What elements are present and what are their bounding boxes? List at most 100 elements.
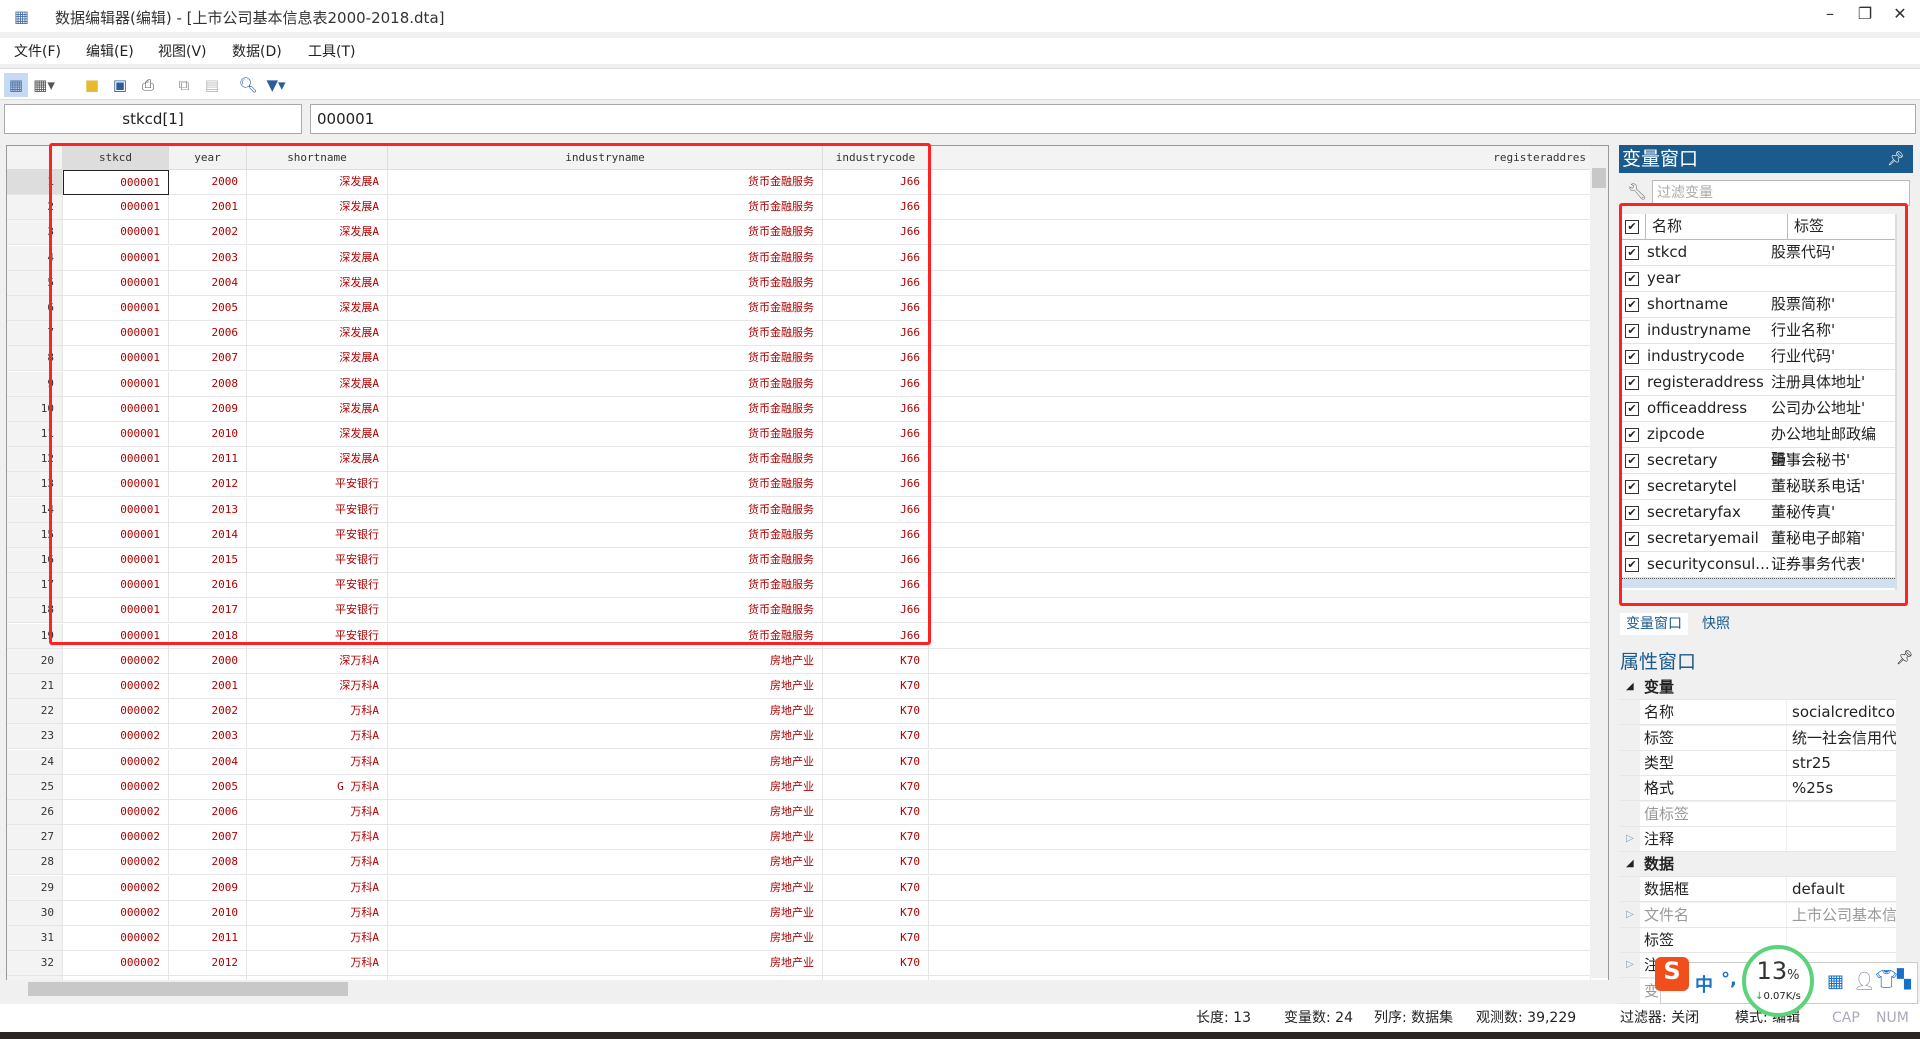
network-speed-gauge[interactable]: 13% ↓0.07K/s <box>1742 945 1814 1017</box>
property-value[interactable]: default <box>1787 877 1896 902</box>
menu-data[interactable]: 数据(D) <box>232 41 282 61</box>
table-cell[interactable]: 2003 <box>169 724 247 750</box>
collapse-triangle-icon[interactable]: ◢ <box>1626 852 1634 876</box>
table-cell[interactable]: 2002 <box>169 699 247 725</box>
table-cell[interactable]: 2007 <box>169 825 247 851</box>
table-cell[interactable]: K70 <box>823 749 929 775</box>
table-cell[interactable]: 000002 <box>63 800 169 825</box>
table-cell[interactable]: 房地产业 <box>388 900 823 926</box>
table-cell[interactable]: 万科A <box>247 951 388 977</box>
table-cell[interactable]: 房地产业 <box>388 926 823 951</box>
table-cell-empty[interactable] <box>929 749 1591 775</box>
table-cell[interactable]: 万科A <box>247 724 388 750</box>
scroll-thumb[interactable] <box>28 982 348 996</box>
vertical-scrollbar[interactable] <box>1590 146 1608 978</box>
table-cell[interactable]: 万科A <box>247 926 388 951</box>
copy-icon[interactable]: ⧉ <box>172 73 196 97</box>
table-cell[interactable]: 房地产业 <box>388 800 823 825</box>
search-icon[interactable]: 🔍︎ <box>236 73 260 97</box>
table-cell-empty[interactable] <box>929 875 1591 901</box>
ime-punctuation[interactable]: °, <box>1721 969 1737 990</box>
table-cell[interactable]: G 万科A <box>247 774 388 800</box>
table-cell-empty[interactable] <box>929 220 1591 246</box>
browse-mode-icon[interactable]: ▦▾ <box>32 73 56 97</box>
print-icon[interactable]: ⎙ <box>136 73 160 97</box>
pin-icon[interactable]: 📌︎ <box>1887 145 1905 173</box>
table-cell[interactable]: 房地产业 <box>388 951 823 977</box>
table-cell[interactable]: K70 <box>823 774 929 800</box>
ime-language[interactable]: 中 <box>1695 971 1713 997</box>
table-cell[interactable]: 000002 <box>63 699 169 725</box>
table-cell[interactable]: 2010 <box>169 900 247 926</box>
table-cell[interactable]: 2006 <box>169 800 247 825</box>
sogou-logo-icon[interactable]: S <box>1655 957 1689 991</box>
table-cell[interactable]: 2011 <box>169 926 247 951</box>
table-cell[interactable]: K70 <box>823 825 929 851</box>
table-cell-empty[interactable] <box>929 447 1591 473</box>
column-header-registeraddres[interactable]: registeraddres <box>929 146 1591 170</box>
table-cell[interactable]: 000002 <box>63 825 169 851</box>
table-cell-empty[interactable] <box>929 422 1591 447</box>
table-cell-empty[interactable] <box>929 825 1591 851</box>
table-cell[interactable]: 深万科A <box>247 674 388 699</box>
table-cell-empty[interactable] <box>929 472 1591 498</box>
scroll-thumb[interactable] <box>1592 168 1606 188</box>
table-cell-empty[interactable] <box>929 724 1591 750</box>
table-cell[interactable]: 2012 <box>169 951 247 977</box>
table-cell[interactable]: 000002 <box>63 875 169 901</box>
table-cell-empty[interactable] <box>929 648 1591 674</box>
table-cell[interactable]: 000002 <box>63 900 169 926</box>
table-cell-empty[interactable] <box>929 321 1591 347</box>
table-cell[interactable]: 000002 <box>63 674 169 699</box>
table-cell[interactable]: 房地产业 <box>388 875 823 901</box>
table-cell-empty[interactable] <box>929 371 1591 397</box>
open-folder-icon[interactable]: ■ <box>80 73 104 97</box>
filter-icon[interactable]: ▼▾ <box>264 73 288 97</box>
table-cell[interactable]: K70 <box>823 951 929 977</box>
table-cell[interactable]: 万科A <box>247 699 388 725</box>
table-cell-empty[interactable] <box>929 195 1591 221</box>
table-cell[interactable]: K70 <box>823 850 929 876</box>
table-cell[interactable]: 000002 <box>63 724 169 750</box>
property-value[interactable]: 上市公司基本信息表 <box>1787 902 1896 927</box>
table-cell[interactable]: 万科A <box>247 875 388 901</box>
table-cell[interactable]: 000002 <box>63 648 169 674</box>
table-cell[interactable]: K70 <box>823 674 929 699</box>
table-cell[interactable]: 万科A <box>247 749 388 775</box>
table-cell[interactable]: K70 <box>823 724 929 750</box>
table-cell-empty[interactable] <box>929 497 1591 523</box>
table-cell-empty[interactable] <box>929 573 1591 599</box>
property-value[interactable]: str25 <box>1787 750 1896 775</box>
table-cell-empty[interactable] <box>929 623 1591 649</box>
property-value[interactable]: %25s <box>1787 776 1896 801</box>
close-button[interactable]: ✕ <box>1885 4 1915 28</box>
table-cell-empty[interactable] <box>929 548 1591 573</box>
table-cell[interactable]: 万科A <box>247 825 388 851</box>
user-icon[interactable]: 👤︎ <box>1853 971 1876 992</box>
table-cell-empty[interactable] <box>929 900 1591 926</box>
property-value[interactable]: 统一社会信用代码 <box>1787 725 1896 750</box>
table-cell-empty[interactable] <box>929 951 1591 977</box>
table-cell-empty[interactable] <box>929 270 1591 296</box>
paste-icon[interactable]: ▤ <box>200 73 224 97</box>
toolbox-grid-icon[interactable]: ▚ <box>1897 969 1911 990</box>
table-cell[interactable]: 000002 <box>63 951 169 977</box>
expand-triangle-icon[interactable]: ▷ <box>1626 903 1634 927</box>
table-cell-empty[interactable] <box>929 346 1591 372</box>
table-cell-empty[interactable] <box>929 598 1591 624</box>
menu-file[interactable]: 文件(F) <box>14 41 61 61</box>
property-value[interactable] <box>1787 826 1896 851</box>
table-cell[interactable]: 2005 <box>169 774 247 800</box>
cell-value-input[interactable]: 000001 <box>310 104 1916 134</box>
table-cell-empty[interactable] <box>929 774 1591 800</box>
table-cell-empty[interactable] <box>929 800 1591 825</box>
skin-shirt-icon[interactable]: 👕︎ <box>1875 969 1898 990</box>
table-cell[interactable]: 2008 <box>169 850 247 876</box>
table-cell[interactable]: 房地产业 <box>388 825 823 851</box>
table-cell[interactable]: 2004 <box>169 749 247 775</box>
collapse-triangle-icon[interactable]: ◢ <box>1626 675 1634 699</box>
table-cell[interactable]: 房地产业 <box>388 774 823 800</box>
table-cell[interactable]: 2009 <box>169 875 247 901</box>
edit-mode-icon[interactable]: ▦ <box>4 73 28 97</box>
table-cell[interactable]: 房地产业 <box>388 648 823 674</box>
